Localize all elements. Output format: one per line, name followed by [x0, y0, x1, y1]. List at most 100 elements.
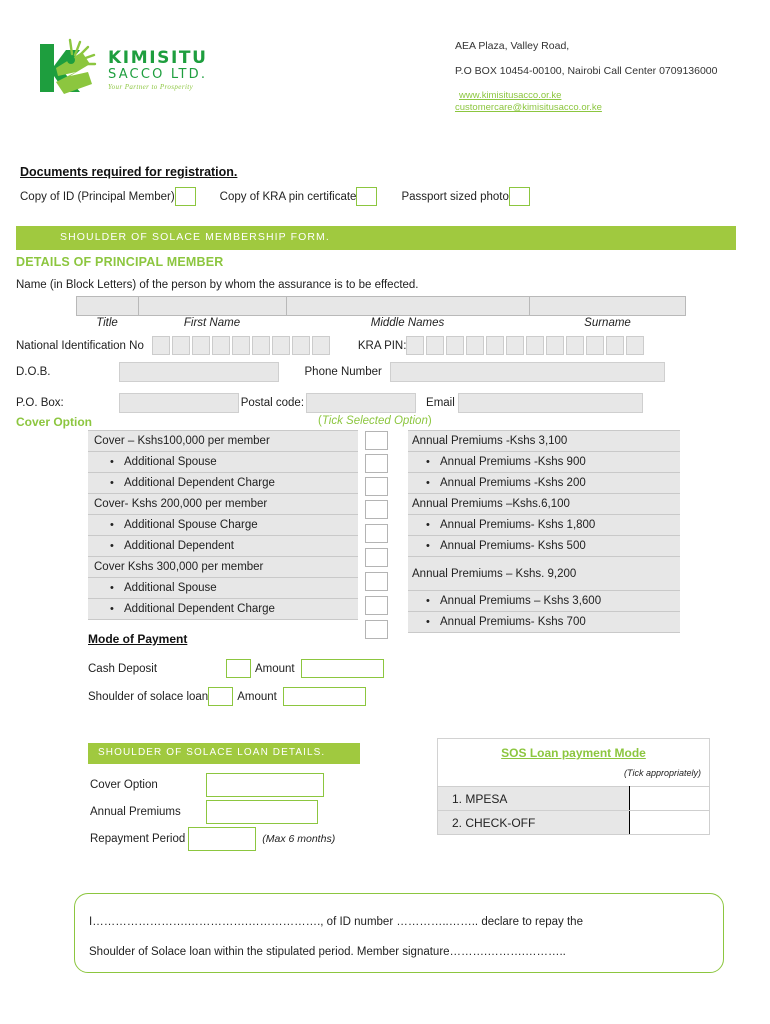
cover-option-checkbox-2[interactable]: [365, 454, 388, 473]
annual-premium-row: Annual Premiums- Kshs 500: [408, 535, 680, 557]
national-id-box-5[interactable]: [231, 336, 250, 355]
cover-option-label-7: Cover Kshs 300,000 per member: [88, 556, 358, 578]
annual-premiums-table-wrap: Annual Premiums -Kshs 3,100Annual Premiu…: [408, 430, 680, 633]
input-sos-repayment-period[interactable]: [188, 827, 257, 851]
national-id-box-2[interactable]: [171, 336, 190, 355]
input-loan-amount[interactable]: [282, 687, 366, 706]
checkbox-shoulder-of-solace-loan[interactable]: [208, 687, 234, 706]
label-postal-code: Postal code:: [240, 397, 305, 409]
checkbox-cash-deposit[interactable]: [226, 659, 251, 678]
declaration-line-1: I…………………….…………….………………., of ID number ………: [89, 916, 583, 928]
kra-pin-box-11[interactable]: [606, 336, 625, 355]
checkbox-copy-of-id[interactable]: [174, 187, 196, 206]
checkbox-passport-photo[interactable]: [508, 187, 530, 206]
document-item-photo: Passport sized photo: [401, 187, 530, 206]
kra-pin-box-9[interactable]: [566, 336, 585, 355]
annual-premium-label-6: Annual Premiums- Kshs 500: [408, 535, 680, 557]
mode-of-payment-title: Mode of Payment: [88, 632, 188, 646]
input-kra-pin-boxes[interactable]: [406, 336, 646, 355]
cover-option-row: Additional Spouse Charge: [88, 514, 358, 536]
label-email: Email: [426, 397, 455, 409]
kra-pin-box-10[interactable]: [586, 336, 605, 355]
website-link[interactable]: www.kimisitusacco.or.ke: [459, 90, 755, 102]
sos-payment-mode-header: SOS Loan payment Mode (Tick appropriatel…: [437, 738, 710, 786]
input-first-name[interactable]: [138, 296, 286, 316]
solace-loan-row: Shoulder of solace loan Amount: [88, 687, 366, 706]
national-id-box-9[interactable]: [311, 336, 330, 355]
kra-pin-box-1[interactable]: [406, 336, 425, 355]
kra-pin-box-6[interactable]: [506, 336, 525, 355]
cover-option-checkbox-3[interactable]: [365, 477, 388, 496]
cover-option-row: Additional Spouse: [88, 451, 358, 473]
sos-payment-mode-tick-note: (Tick appropriately): [624, 768, 701, 778]
document-label-kra: Copy of KRA pin certificate: [219, 190, 357, 203]
label-middle-names: Middle Names: [370, 317, 445, 329]
label-sos-annual-premiums: Annual Premiums: [90, 806, 181, 818]
input-sos-cover-option[interactable]: [206, 773, 324, 797]
input-email[interactable]: [457, 393, 643, 413]
national-id-box-7[interactable]: [271, 336, 290, 355]
kra-pin-box-3[interactable]: [446, 336, 465, 355]
input-dob[interactable]: [118, 362, 279, 382]
national-id-box-1[interactable]: [151, 336, 170, 355]
sos-payment-mode-row: 2. CHECK-OFF: [437, 810, 710, 835]
cover-option-row: Cover Kshs 300,000 per member: [88, 556, 358, 578]
input-national-id-boxes[interactable]: [151, 336, 332, 355]
input-middle-names[interactable]: [286, 296, 529, 316]
kra-pin-box-8[interactable]: [546, 336, 565, 355]
sos-loan-details-banner-text: SHOULDER OF SOLACE LOAN DETAILS.: [98, 747, 326, 758]
label-sos-repayment-period: Repayment Period: [90, 833, 186, 845]
annual-premium-row: Annual Premiums -Kshs 900: [408, 451, 680, 473]
national-id-box-6[interactable]: [251, 336, 270, 355]
national-id-box-3[interactable]: [191, 336, 210, 355]
cover-option-row: Additional Dependent: [88, 535, 358, 557]
label-national-id: National Identification No: [16, 339, 144, 352]
label-surname: Surname: [584, 317, 631, 329]
tick-note-close: ): [427, 415, 432, 427]
sos-loan-details-banner: SHOULDER OF SOLACE LOAN DETAILS.: [88, 743, 360, 764]
input-title[interactable]: [76, 296, 138, 316]
identification-row: National Identification No KRA PIN:: [16, 336, 646, 355]
annual-premium-label-5: Annual Premiums- Kshs 1,800: [408, 514, 680, 536]
declaration-line-2: Shoulder of Solace loan within the stipu…: [89, 946, 566, 958]
kra-pin-box-5[interactable]: [486, 336, 505, 355]
sos-payment-mode-tickbox-2[interactable]: [629, 810, 710, 835]
annual-premium-label-2: Annual Premiums -Kshs 900: [408, 451, 680, 473]
kra-pin-box-7[interactable]: [526, 336, 545, 355]
national-id-box-8[interactable]: [291, 336, 310, 355]
email-link[interactable]: customercare@kimisitusacco.or.ke: [455, 102, 755, 114]
kra-pin-box-2[interactable]: [426, 336, 445, 355]
kra-pin-box-4[interactable]: [466, 336, 485, 355]
input-sos-annual-premiums[interactable]: [206, 800, 318, 824]
kra-pin-box-12[interactable]: [626, 336, 645, 355]
sos-payment-mode-tickbox-1[interactable]: [629, 786, 710, 811]
page-header: KIMISITU SACCO LTD. Your Partner to Pros…: [0, 0, 770, 140]
input-postal-code[interactable]: [306, 393, 417, 413]
document-item-kra: Copy of KRA pin certificate: [220, 187, 378, 206]
cover-option-checkbox-4[interactable]: [365, 500, 388, 519]
cover-option-checkbox-1[interactable]: [365, 431, 388, 450]
sos-payment-mode-option-2: 2. CHECK-OFF: [437, 810, 630, 835]
input-surname[interactable]: [529, 296, 686, 316]
checkbox-copy-of-kra-pin[interactable]: [356, 187, 378, 206]
logo-name: KIMISITU: [108, 48, 208, 68]
cover-option-checkbox-6[interactable]: [365, 548, 388, 567]
input-phone-number[interactable]: [389, 362, 665, 382]
sos-repayment-period-row: Repayment Period (Max 6 months): [90, 827, 335, 851]
assurance-note: Name (in Block Letters) of the person by…: [16, 279, 419, 291]
cover-option-checkbox-9[interactable]: [365, 620, 388, 639]
label-cash-deposit: Cash Deposit: [88, 662, 158, 675]
label-po-box: P.O. Box:: [16, 397, 64, 409]
sos-payment-mode-option-1: 1. MPESA: [437, 786, 630, 811]
annual-premium-label-9: Annual Premiums- Kshs 700: [408, 611, 680, 633]
cover-option-checkbox-7[interactable]: [365, 572, 388, 591]
input-po-box[interactable]: [118, 393, 239, 413]
sos-annual-premiums-row: Annual Premiums: [90, 800, 318, 824]
national-id-box-4[interactable]: [211, 336, 230, 355]
tick-note-text: Tick Selected Option: [321, 415, 428, 427]
cover-option-checkbox-8[interactable]: [365, 596, 388, 615]
cover-option-checkbox-5[interactable]: [365, 524, 388, 543]
cover-option-label-5: Additional Spouse Charge: [88, 514, 358, 536]
label-cash-amount: Amount: [255, 662, 295, 675]
input-cash-amount[interactable]: [300, 659, 384, 678]
